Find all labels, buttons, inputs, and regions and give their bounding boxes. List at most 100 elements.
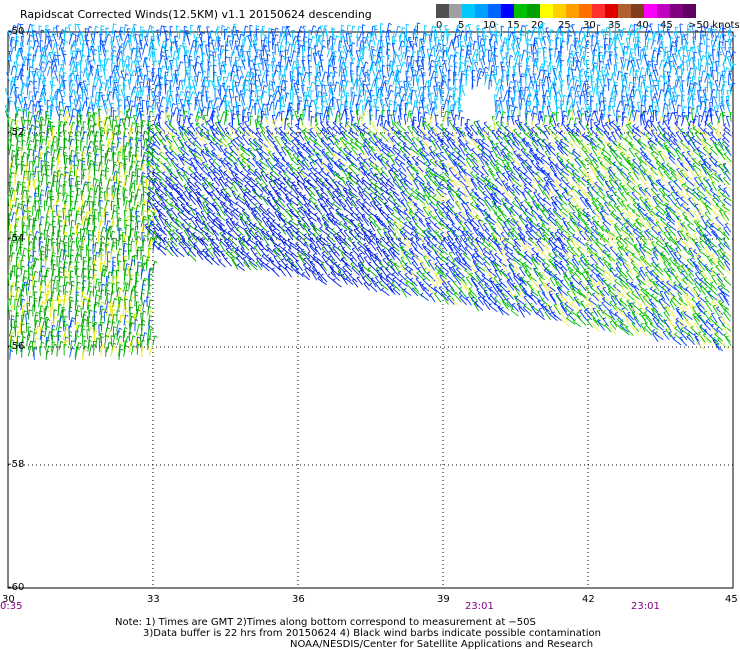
- wind-barb: [154, 98, 157, 110]
- wind-barb: [206, 107, 209, 117]
- wind-barb: [309, 36, 314, 46]
- wind-barb: [451, 39, 455, 51]
- wind-barb: [175, 25, 179, 36]
- wind-barb-tick: [569, 56, 573, 59]
- wind-barb-tick: [623, 85, 627, 88]
- wind-barb-tick: [328, 64, 332, 67]
- wind-barb-tick: [597, 40, 601, 42]
- wind-barb-tick: [216, 96, 220, 100]
- wind-barb: [595, 103, 599, 115]
- wind-barb: [395, 103, 398, 115]
- wind-barb-tick: [298, 96, 302, 99]
- wind-barb: [650, 39, 655, 50]
- wind-barb-tick: [455, 100, 459, 104]
- wind-barb: [530, 44, 533, 56]
- wind-barb: [579, 57, 583, 68]
- wind-barb: [316, 61, 320, 72]
- wind-barb: [464, 25, 467, 37]
- wind-barb-tick: [722, 84, 726, 86]
- wind-barb: [272, 57, 275, 68]
- wind-barb-tick: [483, 38, 487, 41]
- wind-barb-tick: [99, 86, 103, 89]
- wind-barb: [357, 56, 362, 68]
- wind-barb: [28, 54, 30, 66]
- wind-barb-tick: [319, 65, 323, 68]
- wind-barb-tick: [433, 45, 437, 47]
- wind-barb: [398, 80, 401, 91]
- wind-barb: [567, 110, 570, 121]
- wind-barb-tick: [527, 51, 531, 54]
- wind-barb-tick: [652, 56, 656, 59]
- wind-barb-tick: [304, 36, 308, 39]
- wind-barb: [166, 113, 168, 126]
- wind-barb: [443, 60, 448, 72]
- wind-barb: [505, 39, 509, 51]
- wind-barb-tick: [180, 61, 184, 64]
- wind-barb-tick: [330, 45, 334, 48]
- wind-barb-tick: [427, 123, 431, 126]
- wind-barb-tick: [94, 112, 98, 115]
- wind-barb-tick: [201, 32, 205, 35]
- wind-barb-tick: [413, 43, 417, 45]
- wind-barb-tick: [159, 76, 164, 79]
- wind-barb: [26, 83, 29, 96]
- wind-barb-tick: [184, 110, 188, 113]
- wind-barb-tick: [709, 107, 713, 110]
- wind-barb: [157, 67, 160, 80]
- wind-barb-tick: [479, 67, 483, 71]
- wind-barb-tick: [596, 103, 600, 105]
- wind-barb-tick: [15, 113, 19, 116]
- wind-barb: [403, 35, 406, 48]
- wind-barb: [694, 68, 697, 81]
- wind-barb-tick: [387, 42, 391, 46]
- wind-barb: [724, 50, 728, 62]
- wind-barb-tick: [641, 66, 645, 70]
- wind-barb-tick: [162, 54, 166, 58]
- wind-barb-tick: [29, 40, 33, 43]
- wind-barb-tick: [494, 31, 498, 34]
- wind-barb-tick: [449, 95, 453, 98]
- wind-barb-tick: [703, 55, 706, 58]
- wind-barb-tick: [17, 54, 21, 57]
- wind-barb-tick: [234, 74, 238, 77]
- wind-barb-tick: [11, 36, 15, 39]
- wind-barb-tick: [198, 91, 202, 94]
- wind-barb-tick: [97, 64, 101, 67]
- wind-barb-tick: [718, 45, 722, 48]
- wind-barb-tick: [333, 55, 337, 57]
- wind-barb: [644, 54, 648, 67]
- wind-barb: [320, 59, 324, 72]
- wind-barb-tick: [533, 52, 537, 55]
- wind-barb: [317, 75, 323, 88]
- wind-barb-tick: [587, 85, 591, 89]
- wind-barb-tick: [444, 127, 448, 131]
- wind-barb-tick: [547, 76, 551, 78]
- wind-barb-tick: [574, 75, 578, 78]
- wind-barb-tick: [575, 117, 579, 120]
- wind-barb: [338, 66, 341, 78]
- wind-barb-tick: [169, 46, 174, 48]
- wind-barb: [406, 56, 408, 67]
- wind-barb-tick: [403, 61, 407, 65]
- wind-barb: [342, 68, 346, 81]
- wind-barb-tick: [41, 61, 45, 64]
- wind-barb-tick: [479, 50, 483, 53]
- wind-barb-tick: [672, 41, 676, 44]
- wind-barb-tick: [393, 121, 397, 124]
- wind-barb-tick: [531, 126, 535, 129]
- wind-barb-tick: [381, 55, 385, 58]
- wind-barb-tick: [189, 102, 193, 105]
- wind-barb: [361, 24, 364, 37]
- wind-barb-tick: [45, 25, 49, 27]
- wind-barb-tick: [69, 95, 73, 97]
- wind-barb: [151, 72, 154, 82]
- wind-barb-tick: [150, 124, 154, 127]
- wind-barb: [64, 27, 67, 37]
- wind-barb-tick: [692, 59, 696, 62]
- wind-barb-tick: [440, 90, 444, 92]
- wind-barb: [536, 69, 542, 81]
- wind-barb-tick: [712, 88, 716, 91]
- wind-barb: [148, 111, 151, 121]
- wind-barb-tick: [291, 108, 295, 111]
- wind-barb-tick: [79, 114, 83, 117]
